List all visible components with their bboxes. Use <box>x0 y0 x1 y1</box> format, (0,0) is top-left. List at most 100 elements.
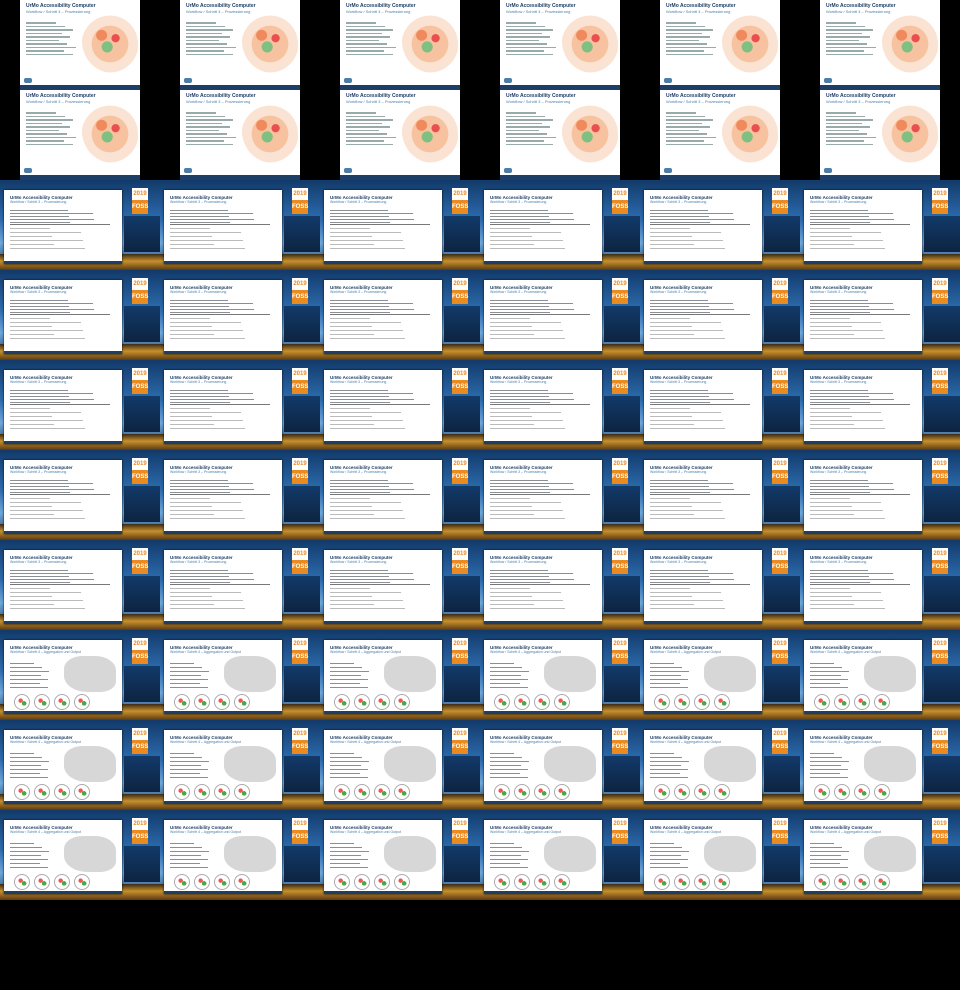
foss-label: FOSS <box>132 740 148 754</box>
video-thumbnail[interactable]: UrMo Accessibility Computer Workflow / Sc… <box>0 810 160 900</box>
video-thumbnail[interactable]: UrMo Accessibility Computer Workflow / Sc… <box>320 180 480 270</box>
video-thumbnail[interactable]: UrMo Accessibility Computer Workflow / Sc… <box>0 180 160 270</box>
video-thumbnail[interactable]: UrMo Accessibility Computer Workflow / Sc… <box>800 810 960 900</box>
projected-slide: UrMo Accessibility Computer Workflow / Sc… <box>804 730 922 804</box>
slide-text <box>490 568 596 585</box>
slide-preview: UrMo Accessibility Computer Workflow / Sc… <box>20 90 140 180</box>
slide-table <box>330 314 430 343</box>
video-thumbnail[interactable]: UrMo Accessibility Computer Workflow / Sc… <box>160 0 320 180</box>
projected-slide: UrMo Accessibility Computer Workflow / Sc… <box>644 280 762 354</box>
stage-background <box>604 756 640 792</box>
video-thumbnail[interactable]: UrMo Accessibility Computer Workflow / Sc… <box>0 360 160 450</box>
video-thumbnail[interactable]: UrMo Accessibility Computer Workflow / Sc… <box>800 180 960 270</box>
video-thumbnail[interactable]: UrMo Accessibility Computer Workflow / Sc… <box>320 540 480 630</box>
stage-background <box>924 486 960 522</box>
video-thumbnail[interactable]: UrMo Accessibility Computer Workflow / Sc… <box>0 540 160 630</box>
foss-year: 2019 <box>132 638 148 650</box>
video-thumbnail[interactable]: UrMo Accessibility Computer Workflow / Sc… <box>480 360 640 450</box>
video-thumbnail[interactable]: UrMo Accessibility Computer Workflow / Sc… <box>800 720 960 810</box>
foss-year: 2019 <box>292 278 308 290</box>
slide-subtitle: Workflow / Schritt 3 – Prozessierung <box>330 560 387 564</box>
video-thumbnail[interactable]: UrMo Accessibility Computer Workflow / Sc… <box>160 450 320 540</box>
video-thumbnail[interactable]: UrMo Accessibility Computer Workflow / Sc… <box>0 720 160 810</box>
video-thumbnail[interactable]: UrMo Accessibility Computer Workflow / Sc… <box>480 450 640 540</box>
slide-table <box>650 404 750 433</box>
video-thumbnail[interactable]: UrMo Accessibility Computer Workflow / Sc… <box>320 630 480 720</box>
stage-background <box>604 306 640 342</box>
aggregation-diagram <box>10 694 120 710</box>
stage-background <box>764 846 800 882</box>
video-thumbnail[interactable]: UrMo Accessibility Computer Workflow / Sc… <box>160 540 320 630</box>
aggregation-circle <box>834 694 850 710</box>
video-thumbnail[interactable]: UrMo Accessibility Computer Workflow / Sc… <box>800 360 960 450</box>
projected-slide: UrMo Accessibility Computer Workflow / Sc… <box>804 640 922 714</box>
slide-text <box>650 568 756 585</box>
video-thumbnail[interactable]: UrMo Accessibility Computer Workflow / Sc… <box>0 450 160 540</box>
video-thumbnail[interactable]: UrMo Accessibility Computer Workflow / Sc… <box>640 720 800 810</box>
video-thumbnail[interactable]: UrMo Accessibility Computer Workflow / Sc… <box>0 0 160 180</box>
video-thumbnail[interactable]: UrMo Accessibility Computer Workflow / Sc… <box>0 270 160 360</box>
video-thumbnail[interactable]: UrMo Accessibility Computer Workflow / Sc… <box>320 450 480 540</box>
video-thumbnail[interactable]: UrMo Accessibility Computer Workflow / Sc… <box>160 270 320 360</box>
video-thumbnail[interactable]: UrMo Accessibility Computer Workflow / Sc… <box>160 810 320 900</box>
aggregation-diagram <box>10 784 120 800</box>
stage-background <box>924 396 960 432</box>
video-thumbnail[interactable]: UrMo Accessibility Computer Workflow / Sc… <box>640 810 800 900</box>
video-thumbnail[interactable]: UrMo Accessibility Computer Workflow / Sc… <box>480 540 640 630</box>
foss-logo: 2019 FOSS <box>612 458 628 484</box>
projected-slide: UrMo Accessibility Computer Workflow / Sc… <box>4 820 122 894</box>
slide-preview: UrMo Accessibility Computer Workflow / Sc… <box>820 0 940 90</box>
video-thumbnail[interactable]: UrMo Accessibility Computer Workflow / Sc… <box>800 630 960 720</box>
slide-table <box>10 224 110 253</box>
slide-subtitle: Workflow / Schritt 4 – Aggregation und O… <box>490 650 561 654</box>
slide-subtitle: Workflow / Schritt 3 – Prozessierung <box>10 380 67 384</box>
video-thumbnail[interactable]: UrMo Accessibility Computer Workflow / Sc… <box>480 720 640 810</box>
projected-slide: UrMo Accessibility Computer Workflow / Sc… <box>644 190 762 264</box>
slide-subtitle: Workflow / Schritt 3 – Prozessierung <box>10 200 67 204</box>
slide-subtitle: Workflow / Schritt 3 – Prozessierung <box>810 290 867 294</box>
video-thumbnail[interactable]: UrMo Accessibility Computer Workflow / Sc… <box>640 0 800 180</box>
video-thumbnail[interactable]: UrMo Accessibility Computer Workflow / Sc… <box>640 450 800 540</box>
aggregation-diagram <box>810 694 920 710</box>
slide-text <box>170 298 276 315</box>
video-thumbnail[interactable]: UrMo Accessibility Computer Workflow / Sc… <box>480 180 640 270</box>
video-thumbnail[interactable]: UrMo Accessibility Computer Workflow / Sc… <box>800 270 960 360</box>
video-thumbnail[interactable]: UrMo Accessibility Computer Workflow / Sc… <box>800 540 960 630</box>
video-thumbnail[interactable]: UrMo Accessibility Computer Workflow / Sc… <box>320 0 480 180</box>
aggregation-circle <box>334 874 350 890</box>
video-thumbnail[interactable]: UrMo Accessibility Computer Workflow / Sc… <box>640 540 800 630</box>
video-thumbnail[interactable]: UrMo Accessibility Computer Workflow / Sc… <box>640 360 800 450</box>
video-thumbnail[interactable]: UrMo Accessibility Computer Workflow / Sc… <box>320 720 480 810</box>
video-thumbnail[interactable]: UrMo Accessibility Computer Workflow / Sc… <box>160 720 320 810</box>
video-thumbnail[interactable]: UrMo Accessibility Computer Workflow / Sc… <box>640 180 800 270</box>
slide-subtitle: Workflow / Schritt 3 – Prozessierung <box>650 470 707 474</box>
projected-slide: UrMo Accessibility Computer Workflow / Sc… <box>484 640 602 714</box>
video-thumbnail[interactable]: UrMo Accessibility Computer Workflow / Sc… <box>640 630 800 720</box>
foss-logo: 2019 FOSS <box>772 458 788 484</box>
foss-logo: 2019 FOSS <box>132 728 148 754</box>
projected-slide: UrMo Accessibility Computer Workflow / Sc… <box>164 550 282 624</box>
video-thumbnail[interactable]: UrMo Accessibility Computer Workflow / Sc… <box>0 630 160 720</box>
video-thumbnail[interactable]: UrMo Accessibility Computer Workflow / Sc… <box>480 810 640 900</box>
video-thumbnail[interactable]: UrMo Accessibility Computer Workflow / Sc… <box>160 180 320 270</box>
video-thumbnail[interactable]: UrMo Accessibility Computer Workflow / Sc… <box>320 270 480 360</box>
foss-logo: 2019 FOSS <box>612 548 628 574</box>
video-thumbnail[interactable]: UrMo Accessibility Computer Workflow / Sc… <box>640 270 800 360</box>
foss-year: 2019 <box>932 458 948 470</box>
video-thumbnail[interactable]: UrMo Accessibility Computer Workflow / Sc… <box>480 0 640 180</box>
video-thumbnail[interactable]: UrMo Accessibility Computer Workflow / Sc… <box>160 630 320 720</box>
video-thumbnail[interactable]: UrMo Accessibility Computer Workflow / Sc… <box>320 810 480 900</box>
video-thumbnail[interactable]: UrMo Accessibility Computer Workflow / Sc… <box>800 450 960 540</box>
accessibility-map <box>402 15 458 73</box>
projected-slide: UrMo Accessibility Computer Workflow / Sc… <box>324 370 442 444</box>
stage-background <box>604 576 640 612</box>
video-thumbnail[interactable]: UrMo Accessibility Computer Workflow / Sc… <box>480 270 640 360</box>
foss-logo: 2019 FOSS <box>292 818 308 844</box>
video-thumbnail[interactable]: UrMo Accessibility Computer Workflow / Sc… <box>320 360 480 450</box>
video-thumbnail[interactable]: UrMo Accessibility Computer Workflow / Sc… <box>800 0 960 180</box>
logo-icon <box>344 78 352 83</box>
projected-slide: UrMo Accessibility Computer Workflow / Sc… <box>484 190 602 264</box>
video-thumbnail[interactable]: UrMo Accessibility Computer Workflow / Sc… <box>160 360 320 450</box>
aggregation-circle <box>54 694 70 710</box>
video-thumbnail[interactable]: UrMo Accessibility Computer Workflow / Sc… <box>480 630 640 720</box>
